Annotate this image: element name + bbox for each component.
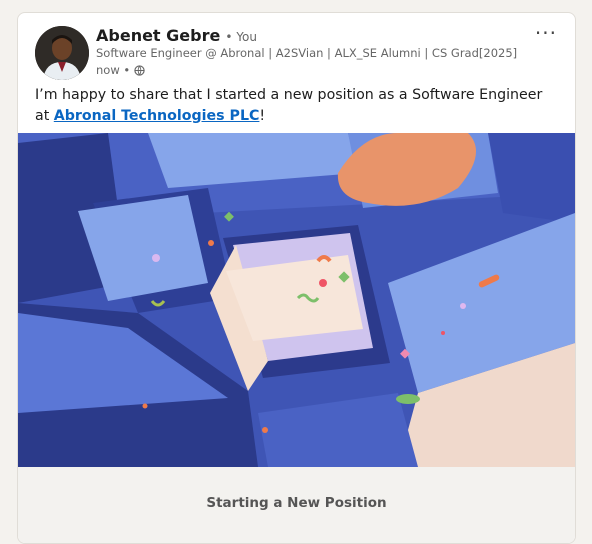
author-name[interactable]: Abenet Gebre <box>96 26 220 45</box>
author-headline: Software Engineer @ Abronal | A2SVian | … <box>96 46 518 60</box>
company-link[interactable]: Abronal Technologies PLC <box>54 108 260 124</box>
globe-icon <box>134 64 145 76</box>
post-text-end: ! <box>259 108 266 124</box>
more-options-button[interactable]: ··· <box>535 21 557 45</box>
post-text: I’m happy to share that I started a new … <box>35 85 560 127</box>
author-row: Abenet Gebre • You <box>96 26 257 45</box>
keyboard-illustration <box>18 133 575 467</box>
post-image[interactable] <box>18 133 575 467</box>
media-caption: Starting a New Position <box>206 495 387 511</box>
avatar[interactable] <box>35 26 89 80</box>
post-card: Abenet Gebre • You Software Engineer @ A… <box>17 12 576 544</box>
author-badge: • You <box>225 30 257 44</box>
post-time[interactable]: now • <box>96 63 130 77</box>
media-caption-bar[interactable]: Starting a New Position <box>18 467 575 543</box>
post-meta: now • <box>96 63 145 77</box>
